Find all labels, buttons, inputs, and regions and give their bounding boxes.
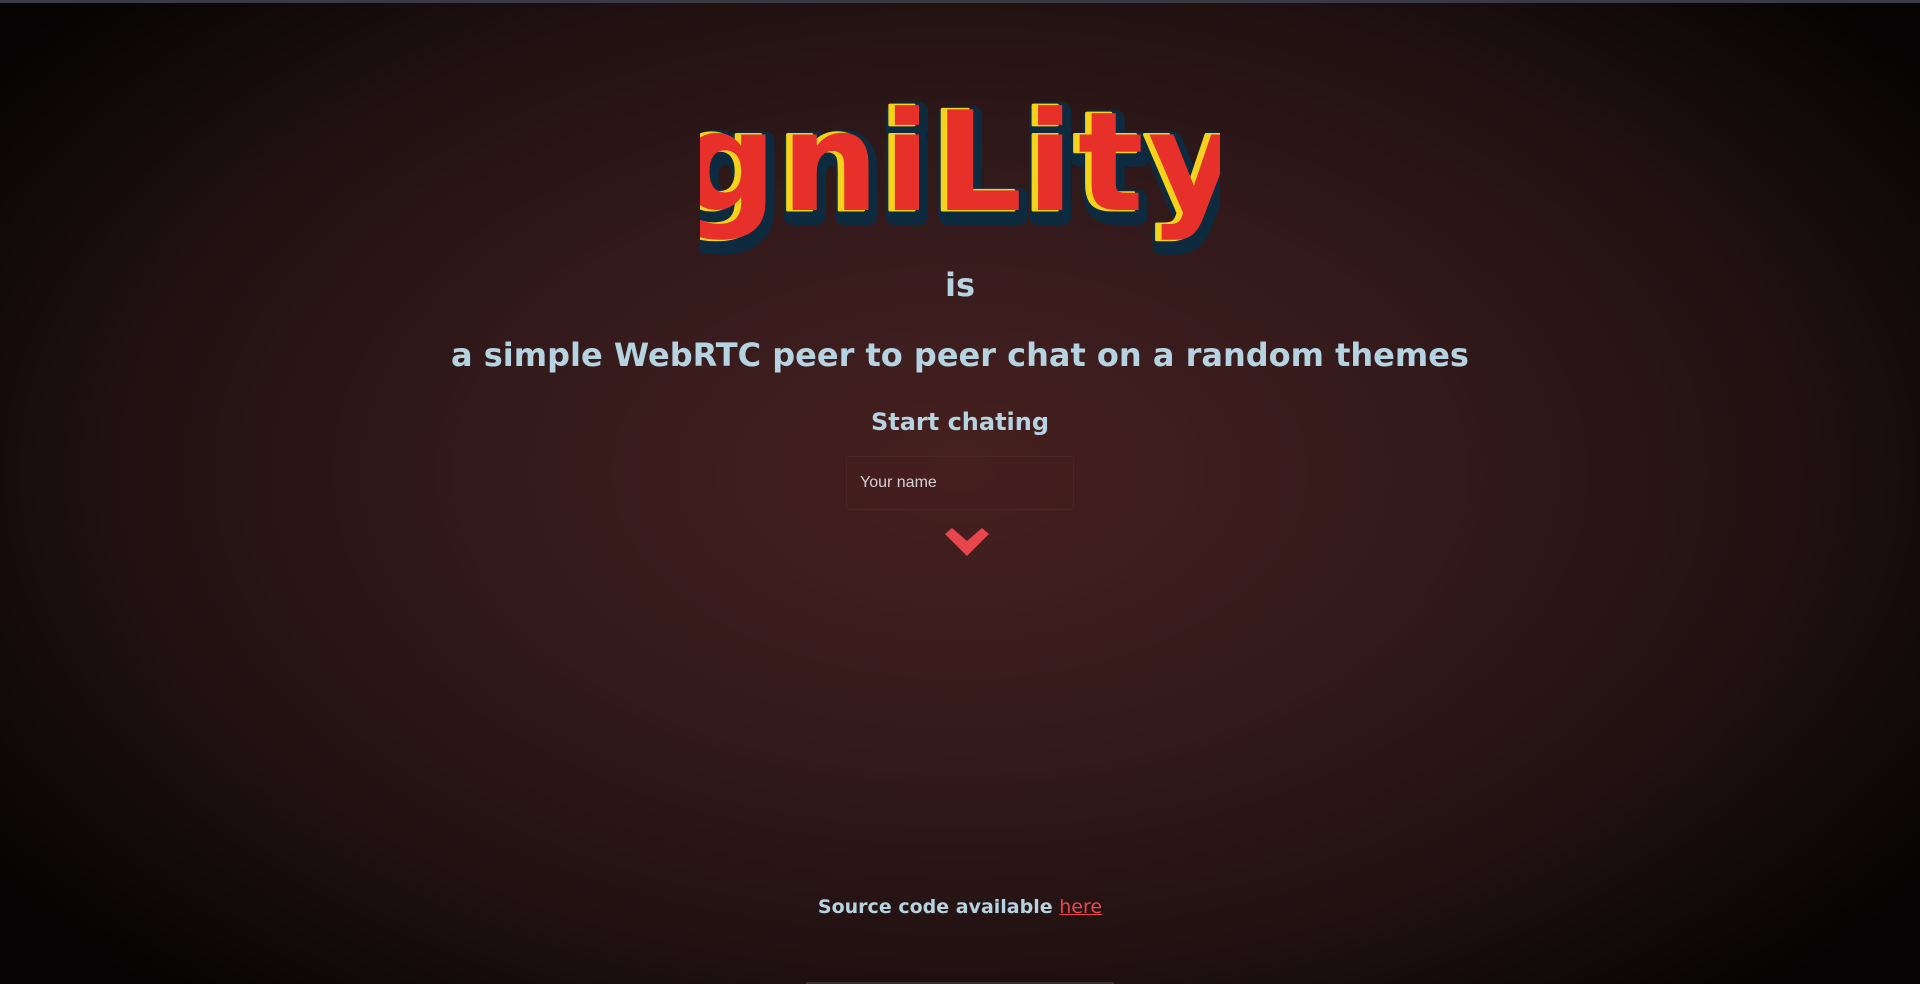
chevron-down-icon[interactable] — [945, 528, 989, 558]
footer-text: Source code available — [817, 896, 1053, 918]
top-border — [0, 0, 1920, 3]
name-input[interactable] — [846, 456, 1074, 510]
gnility-logo: gniLity gniLity gniLity — [700, 88, 1220, 258]
tagline: a simple WebRTC peer to peer chat on a r… — [451, 336, 1469, 374]
footer: Source code available here — [0, 896, 1920, 918]
source-code-link[interactable]: here — [1059, 896, 1102, 918]
intro-is: is — [944, 266, 975, 304]
start-chating-heading: Start chating — [870, 408, 1050, 436]
logo-fill: gniLity — [700, 88, 1220, 243]
